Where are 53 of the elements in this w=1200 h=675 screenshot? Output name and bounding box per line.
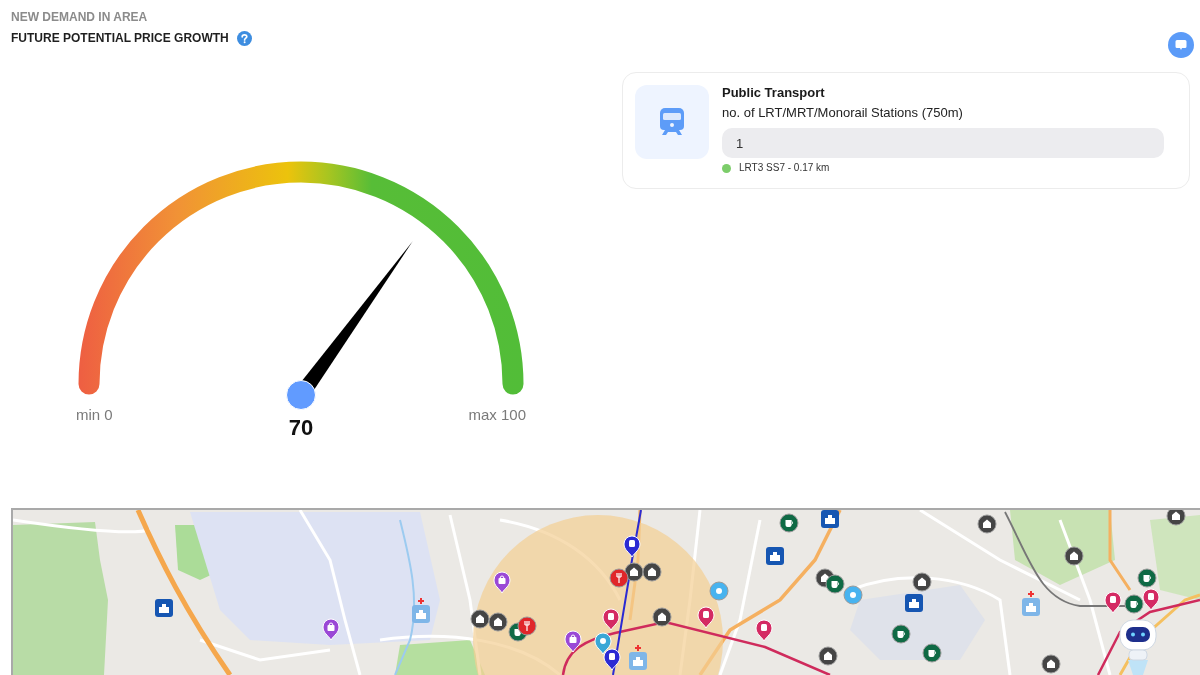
fork-marker-icon[interactable] — [517, 616, 537, 636]
train-icon — [660, 108, 684, 136]
building-marker-icon[interactable] — [642, 562, 662, 582]
metric-label: no. of LRT/MRT/Monorail Stations (750m) — [722, 105, 964, 121]
dot-marker-icon[interactable] — [843, 585, 863, 605]
cup-marker-icon[interactable] — [1137, 568, 1157, 588]
hospital-icon[interactable] — [412, 597, 430, 623]
help-icon[interactable] — [236, 30, 252, 46]
building-marker-icon[interactable] — [818, 646, 838, 666]
fork-marker-icon[interactable] — [609, 568, 629, 588]
building-tile-icon[interactable] — [766, 547, 784, 565]
gauge-value: 70 — [288, 415, 314, 440]
cup-marker-icon[interactable] — [922, 643, 942, 663]
cup-marker-icon[interactable] — [1124, 594, 1144, 614]
station-text: LRT3 SS7 - 0.17 km — [739, 162, 830, 174]
train-pin-icon[interactable] — [1104, 591, 1122, 614]
hospital-icon[interactable] — [1022, 590, 1040, 616]
card-title: Public Transport — [722, 85, 826, 101]
building-tile-icon[interactable] — [155, 599, 173, 617]
speech-bubble-icon — [1175, 39, 1187, 51]
building-marker-icon[interactable] — [652, 607, 672, 627]
gauge-min-label: min 0 — [76, 406, 113, 423]
building-marker-icon[interactable] — [1064, 546, 1084, 566]
dot-marker-icon[interactable] — [709, 581, 729, 601]
building-tile-icon[interactable] — [905, 594, 923, 612]
building-marker-icon[interactable] — [912, 572, 932, 592]
building-marker-icon[interactable] — [488, 612, 508, 632]
location-pin-icon[interactable] — [594, 632, 612, 655]
robot-assistant-icon[interactable] — [1119, 619, 1157, 675]
section-title: FUTURE POTENTIAL PRICE GROWTH — [11, 30, 229, 47]
building-marker-icon[interactable] — [470, 609, 490, 629]
shopping-bag-pin-icon[interactable] — [493, 571, 511, 594]
shopping-bag-pin-icon[interactable] — [564, 630, 582, 653]
gauge-max-label: max 100 — [468, 406, 526, 423]
building-marker-icon[interactable] — [1166, 510, 1186, 526]
train-pin-icon[interactable] — [603, 648, 621, 671]
train-pin-icon[interactable] — [623, 535, 641, 558]
cup-marker-icon[interactable] — [891, 624, 911, 644]
train-pin-icon[interactable] — [697, 606, 715, 629]
cup-marker-icon[interactable] — [825, 574, 845, 594]
section-label: NEW DEMAND IN AREA — [11, 9, 149, 25]
needle-hub — [286, 380, 316, 410]
building-tile-icon[interactable] — [821, 510, 839, 528]
cup-marker-icon[interactable] — [779, 513, 799, 533]
value-field[interactable]: 1 — [722, 128, 1164, 158]
train-pin-icon[interactable] — [755, 619, 773, 642]
hospital-icon[interactable] — [629, 644, 647, 670]
chat-button[interactable] — [1168, 32, 1194, 58]
train-pin-icon[interactable] — [1142, 588, 1160, 611]
building-marker-icon[interactable] — [977, 514, 997, 534]
shopping-bag-pin-icon[interactable] — [322, 618, 340, 641]
train-pin-icon[interactable] — [602, 608, 620, 631]
building-marker-icon[interactable] — [1041, 654, 1061, 674]
